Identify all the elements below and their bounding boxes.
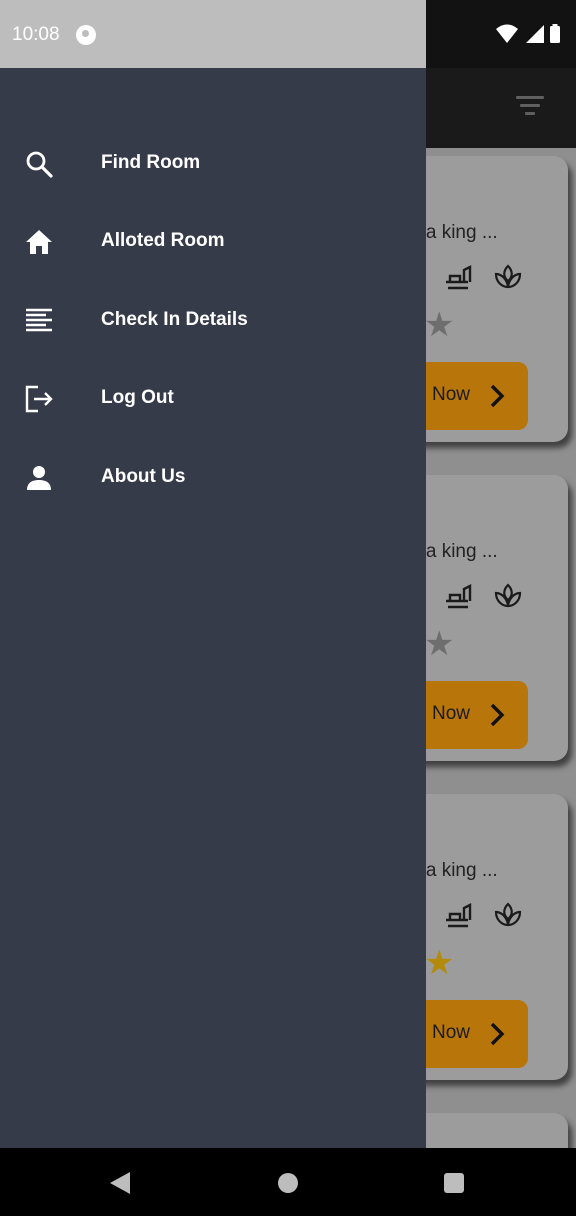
book-now-label: Now (432, 384, 471, 405)
drawer-item-check-in-details[interactable]: Check In Details (0, 291, 426, 351)
home-button-icon[interactable] (278, 1173, 298, 1193)
spa-icon (494, 583, 522, 608)
star-icon: ★ (424, 625, 455, 663)
battery-icon (550, 26, 560, 43)
book-now-button[interactable]: Now (418, 681, 528, 749)
drawer-item-about-us[interactable]: About Us (0, 448, 426, 508)
book-now-button[interactable]: Now (418, 1000, 528, 1068)
spa-icon (494, 902, 522, 927)
food-service-icon (446, 584, 472, 609)
chevron-right-icon (490, 384, 505, 408)
app-notification-icon (76, 25, 96, 45)
filter-icon[interactable] (516, 96, 544, 120)
system-status-icons (496, 24, 560, 43)
drawer-item-label: Check In Details (101, 309, 248, 330)
home-icon (26, 230, 52, 254)
navigation-drawer: 10:08 Find Room Alloted Room Check In De… (0, 0, 426, 1148)
search-icon (26, 151, 53, 178)
recents-icon[interactable] (444, 1173, 464, 1193)
drawer-status-bar: 10:08 (0, 0, 426, 68)
logout-icon (25, 385, 53, 413)
book-now-button[interactable]: Now (418, 362, 528, 430)
food-service-icon (446, 265, 472, 290)
drawer-item-alloted-room[interactable]: Alloted Room (0, 212, 426, 272)
cellular-icon (526, 25, 544, 43)
book-now-label: Now (432, 703, 471, 724)
drawer-item-find-room[interactable]: Find Room (0, 134, 426, 194)
food-service-icon (446, 903, 472, 928)
drawer-item-label: Log Out (101, 387, 174, 408)
system-nav-bar (0, 1148, 576, 1216)
notes-icon (26, 308, 52, 332)
drawer-item-log-out[interactable]: Log Out (0, 369, 426, 429)
spa-icon (494, 264, 522, 289)
wifi-icon (496, 24, 518, 43)
person-icon (27, 466, 51, 490)
back-icon[interactable] (108, 1170, 134, 1196)
status-time: 10:08 (12, 24, 60, 45)
chevron-right-icon (490, 1022, 505, 1046)
chevron-right-icon (490, 703, 505, 727)
drawer-item-label: Alloted Room (101, 230, 225, 251)
star-icon: ★ (424, 944, 455, 982)
drawer-item-label: About Us (101, 466, 186, 487)
drawer-item-label: Find Room (101, 152, 201, 173)
star-icon: ★ (424, 306, 455, 344)
book-now-label: Now (432, 1022, 471, 1043)
